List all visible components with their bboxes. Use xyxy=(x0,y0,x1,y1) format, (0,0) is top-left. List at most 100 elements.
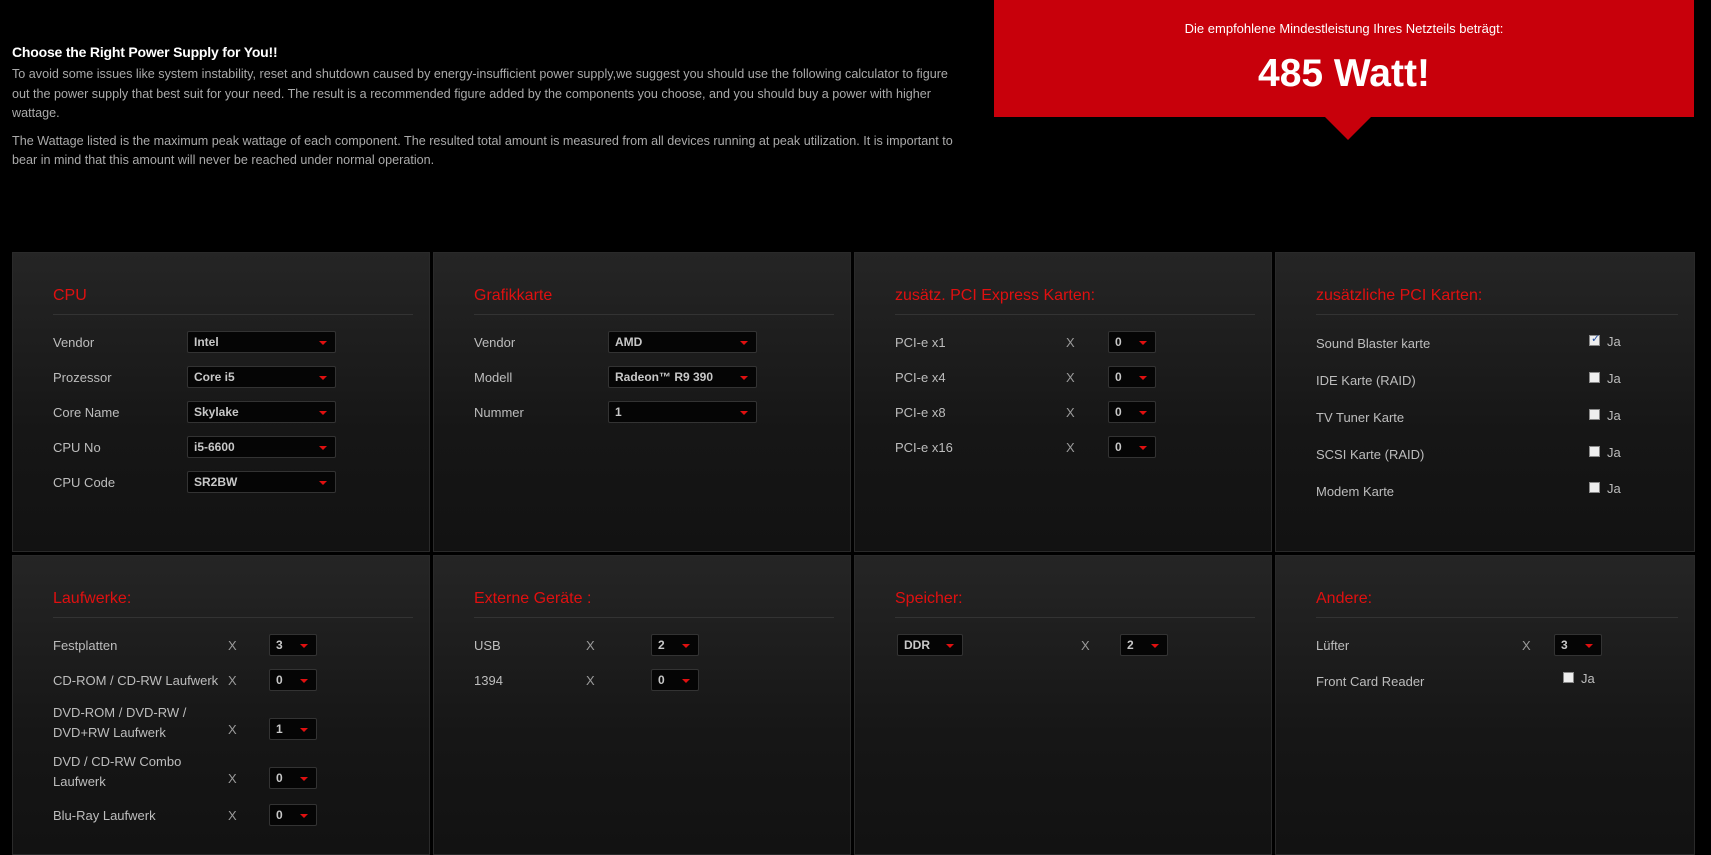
other-fan-label: Lüfter xyxy=(1316,638,1350,653)
multiply-sign: X xyxy=(228,808,237,823)
multiply-sign: X xyxy=(586,673,595,688)
cpu-code-label: CPU Code xyxy=(53,475,116,490)
intro-title: Choose the Right Power Supply for You!! xyxy=(12,44,278,60)
cpu-no-select[interactable]: i5-6600 xyxy=(187,436,336,458)
pci-modem-label: Modem Karte xyxy=(1316,484,1395,499)
chevron-down-icon xyxy=(1139,341,1147,345)
drives-dvd-select[interactable]: 1 xyxy=(269,718,317,740)
cpu-no-value: i5-6600 xyxy=(194,440,235,454)
multiply-sign: X xyxy=(1522,638,1531,653)
pci-scsi-checkbox[interactable] xyxy=(1589,446,1600,457)
divider xyxy=(53,314,413,315)
pci-ide-label: IDE Karte (RAID) xyxy=(1316,373,1416,388)
drives-dvd-value: 1 xyxy=(276,722,283,736)
pci-sound-checkbox[interactable] xyxy=(1589,332,1600,346)
cpu-prozessor-value: Core i5 xyxy=(194,370,235,384)
drives-cd-value: 0 xyxy=(276,673,283,687)
pcie-x8-label: PCI-e x8 xyxy=(895,405,946,420)
gpu-number-label: Nummer xyxy=(474,405,524,420)
chevron-down-icon xyxy=(319,481,327,485)
other-panel: Andere: Lüfter X 3 Front Card Reader Ja xyxy=(1275,555,1695,855)
divider xyxy=(474,314,834,315)
pci-scsi-ja: Ja xyxy=(1607,445,1621,460)
external-usb-select[interactable]: 2 xyxy=(651,634,699,656)
chevron-down-icon xyxy=(682,679,690,683)
pci-panel: zusätzliche PCI Karten: Sound Blaster ka… xyxy=(1275,252,1695,552)
pcie-x4-value: 0 xyxy=(1115,370,1122,384)
other-reader-checkbox[interactable] xyxy=(1563,672,1574,683)
multiply-sign: X xyxy=(228,722,237,737)
multiply-sign: X xyxy=(586,638,595,653)
pci-modem-ja: Ja xyxy=(1607,481,1621,496)
gpu-vendor-select[interactable]: AMD xyxy=(608,331,757,353)
pci-tv-checkbox[interactable] xyxy=(1589,409,1600,420)
gpu-model-value: Radeon™ R9 390 xyxy=(615,370,714,384)
pci-ide-checkbox[interactable] xyxy=(1589,372,1600,383)
memory-title: Speicher: xyxy=(895,590,963,607)
multiply-sign: X xyxy=(1081,638,1090,653)
pcie-x1-select[interactable]: 0 xyxy=(1108,331,1156,353)
multiply-sign: X xyxy=(228,673,237,688)
multiply-sign: X xyxy=(228,638,237,653)
external-usb-value: 2 xyxy=(658,638,665,652)
chevron-down-icon xyxy=(319,376,327,380)
cpu-code-value: SR2BW xyxy=(194,475,238,489)
pcie-x16-value: 0 xyxy=(1115,440,1122,454)
divider xyxy=(895,617,1255,618)
pci-title: zusätzliche PCI Karten: xyxy=(1316,287,1483,304)
result-label: Die empfohlene Mindestleistung Ihres Net… xyxy=(1184,21,1504,36)
pcie-x8-value: 0 xyxy=(1115,405,1122,419)
drives-combo-value: 0 xyxy=(276,771,283,785)
drives-combo-select[interactable]: 0 xyxy=(269,767,317,789)
drives-hdd-value: 3 xyxy=(276,638,283,652)
other-fan-select[interactable]: 3 xyxy=(1554,634,1602,656)
multiply-sign: X xyxy=(1066,405,1075,420)
other-reader-label: Front Card Reader xyxy=(1316,674,1425,689)
pcie-x4-label: PCI-e x4 xyxy=(895,370,946,385)
cpu-corename-select[interactable]: Skylake xyxy=(187,401,336,423)
memory-count-value: 2 xyxy=(1127,638,1134,652)
chevron-down-icon xyxy=(1139,411,1147,415)
external-1394-select[interactable]: 0 xyxy=(651,669,699,691)
memory-type-select[interactable]: DDR xyxy=(897,634,963,656)
cpu-prozessor-select[interactable]: Core i5 xyxy=(187,366,336,388)
gpu-model-select[interactable]: Radeon™ R9 390 xyxy=(608,366,757,388)
chevron-down-icon xyxy=(740,411,748,415)
pcie-panel: zusätz. PCI Express Karten: PCI-e x1 X 0… xyxy=(854,252,1272,552)
gpu-vendor-value: AMD xyxy=(615,335,643,349)
cpu-panel: CPU Vendor Intel Prozessor Core i5 Core … xyxy=(12,252,430,552)
memory-panel: Speicher: DDR X 2 xyxy=(854,555,1272,855)
external-1394-label: 1394 xyxy=(474,673,503,688)
drives-hdd-label: Festplatten xyxy=(53,638,118,653)
chevron-down-icon xyxy=(1151,644,1159,648)
cpu-vendor-select[interactable]: Intel xyxy=(187,331,336,353)
pcie-x16-select[interactable]: 0 xyxy=(1108,436,1156,458)
chevron-down-icon xyxy=(319,446,327,450)
pcie-x1-value: 0 xyxy=(1115,335,1122,349)
gpu-number-select[interactable]: 1 xyxy=(608,401,757,423)
multiply-sign: X xyxy=(228,771,237,786)
cpu-title: CPU xyxy=(53,287,87,304)
pcie-x4-select[interactable]: 0 xyxy=(1108,366,1156,388)
drives-bluray-select[interactable]: 0 xyxy=(269,804,317,826)
chevron-down-icon xyxy=(682,644,690,648)
drives-hdd-select[interactable]: 3 xyxy=(269,634,317,656)
drives-cd-select[interactable]: 0 xyxy=(269,669,317,691)
chevron-down-icon xyxy=(319,411,327,415)
pci-modem-checkbox[interactable] xyxy=(1589,482,1600,493)
other-title: Andere: xyxy=(1316,590,1373,607)
chevron-down-icon xyxy=(946,644,954,648)
cpu-code-select[interactable]: SR2BW xyxy=(187,471,336,493)
divider xyxy=(474,617,834,618)
pci-tv-label: TV Tuner Karte xyxy=(1316,410,1405,425)
chevron-down-icon xyxy=(740,341,748,345)
intro-paragraph-2: The Wattage listed is the maximum peak w… xyxy=(12,133,953,168)
pcie-x8-select[interactable]: 0 xyxy=(1108,401,1156,423)
pci-tv-ja: Ja xyxy=(1607,408,1621,423)
result-arrow xyxy=(1324,116,1372,140)
memory-count-select[interactable]: 2 xyxy=(1120,634,1168,656)
divider xyxy=(53,617,413,618)
other-fan-value: 3 xyxy=(1561,638,1568,652)
pci-sound-label: Sound Blaster karte xyxy=(1316,336,1431,351)
cpu-corename-value: Skylake xyxy=(194,405,239,419)
